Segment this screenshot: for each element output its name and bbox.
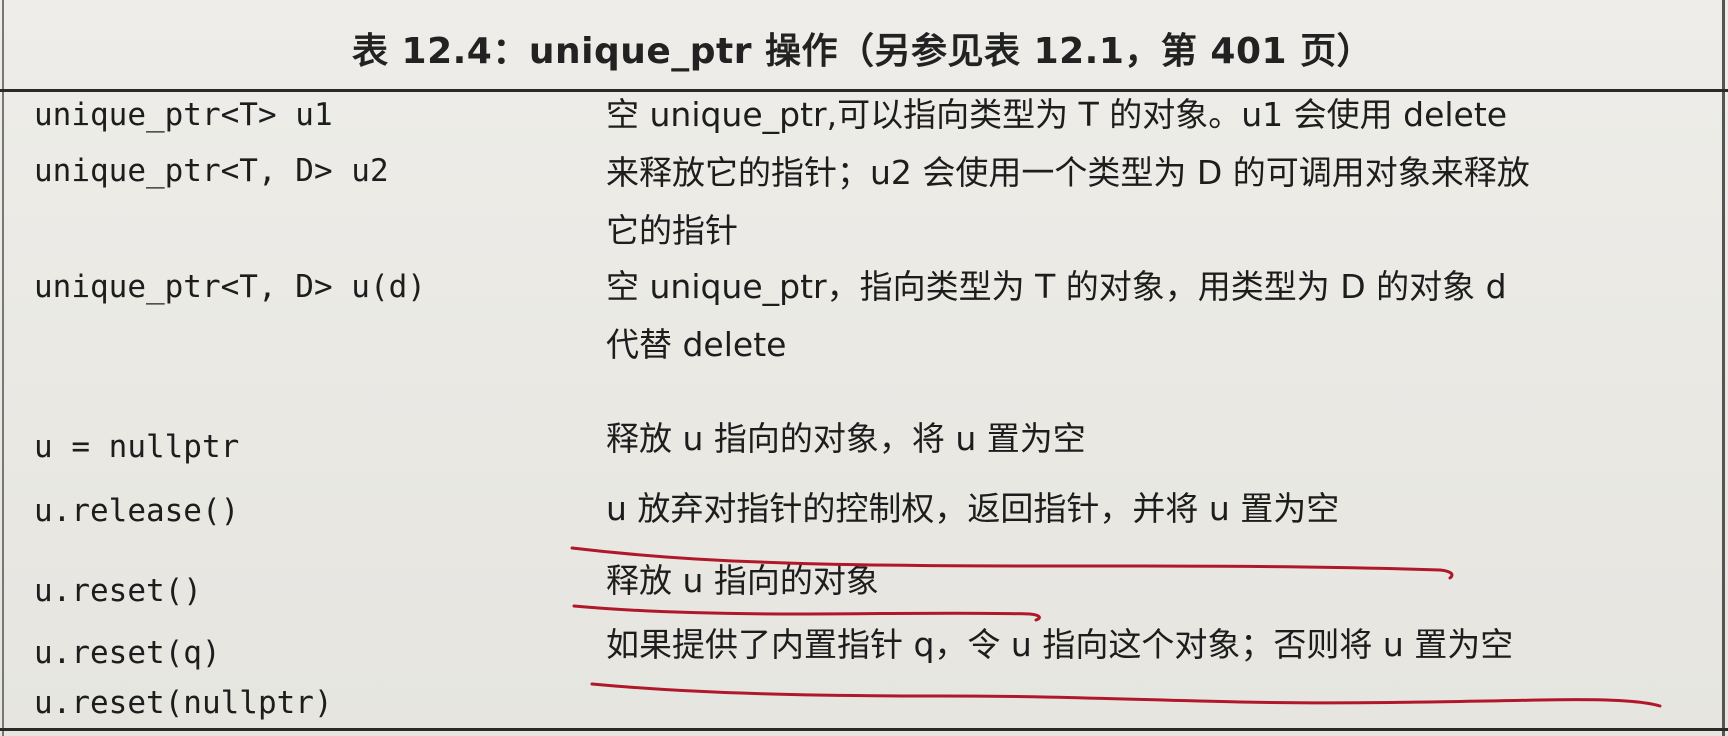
table-row: u.release() u 放弃对指针的控制权，返回指针，并将 u 置为空: [0, 484, 1728, 542]
description-cell: 释放 u 指向的对象: [606, 561, 879, 600]
table-row: u = nullptr 释放 u 指向的对象，将 u 置为空: [0, 414, 1728, 472]
table-title-bar: 表 12.4：unique_ptr 操作（另参见表 12.1，第 401 页）: [0, 0, 1728, 92]
command-cell: u.reset(nullptr): [34, 685, 333, 721]
command-cell: u.release(): [34, 493, 240, 529]
description-cell: 空 unique_ptr,可以指向类型为 T 的对象。u1 会使用 delete…: [606, 95, 1530, 250]
description-cell: 释放 u 指向的对象，将 u 置为空: [606, 419, 1086, 458]
unique-ptr-operations-table: 表 12.4：unique_ptr 操作（另参见表 12.1，第 401 页） …: [0, 0, 1728, 736]
description-cell: 如果提供了内置指针 q，令 u 指向这个对象；否则将 u 置为空: [606, 625, 1514, 664]
table-row: unique_ptr<T> u1 unique_ptr<T, D> u2 空 u…: [0, 86, 1728, 250]
command-cell: unique_ptr<T, D> u(d): [34, 269, 426, 305]
description-cell: u 放弃对指针的控制权，返回指针，并将 u 置为空: [606, 489, 1340, 528]
table-row: u.reset() 释放 u 指向的对象: [0, 561, 1728, 620]
description-cell: 空 unique_ptr，指向类型为 T 的对象，用类型为 D 的对象 d 代替…: [606, 267, 1507, 364]
book-page: 表 12.4：unique_ptr 操作（另参见表 12.1，第 401 页） …: [0, 0, 1728, 736]
table-title: 表 12.4：unique_ptr 操作（另参见表 12.1，第 401 页）: [352, 31, 1374, 72]
table-row: u.reset(q) u.reset(nullptr) 如果提供了内置指针 q，…: [0, 625, 1728, 730]
command-cell: unique_ptr<T> u1: [34, 97, 333, 133]
command-cell: unique_ptr<T, D> u2: [34, 153, 389, 189]
command-cell: u.reset(): [34, 573, 202, 609]
table-bottom-border: [0, 728, 1728, 731]
table-row: unique_ptr<T, D> u(d) 空 unique_ptr，指向类型为…: [0, 258, 1728, 370]
command-cell: u = nullptr: [34, 429, 240, 465]
